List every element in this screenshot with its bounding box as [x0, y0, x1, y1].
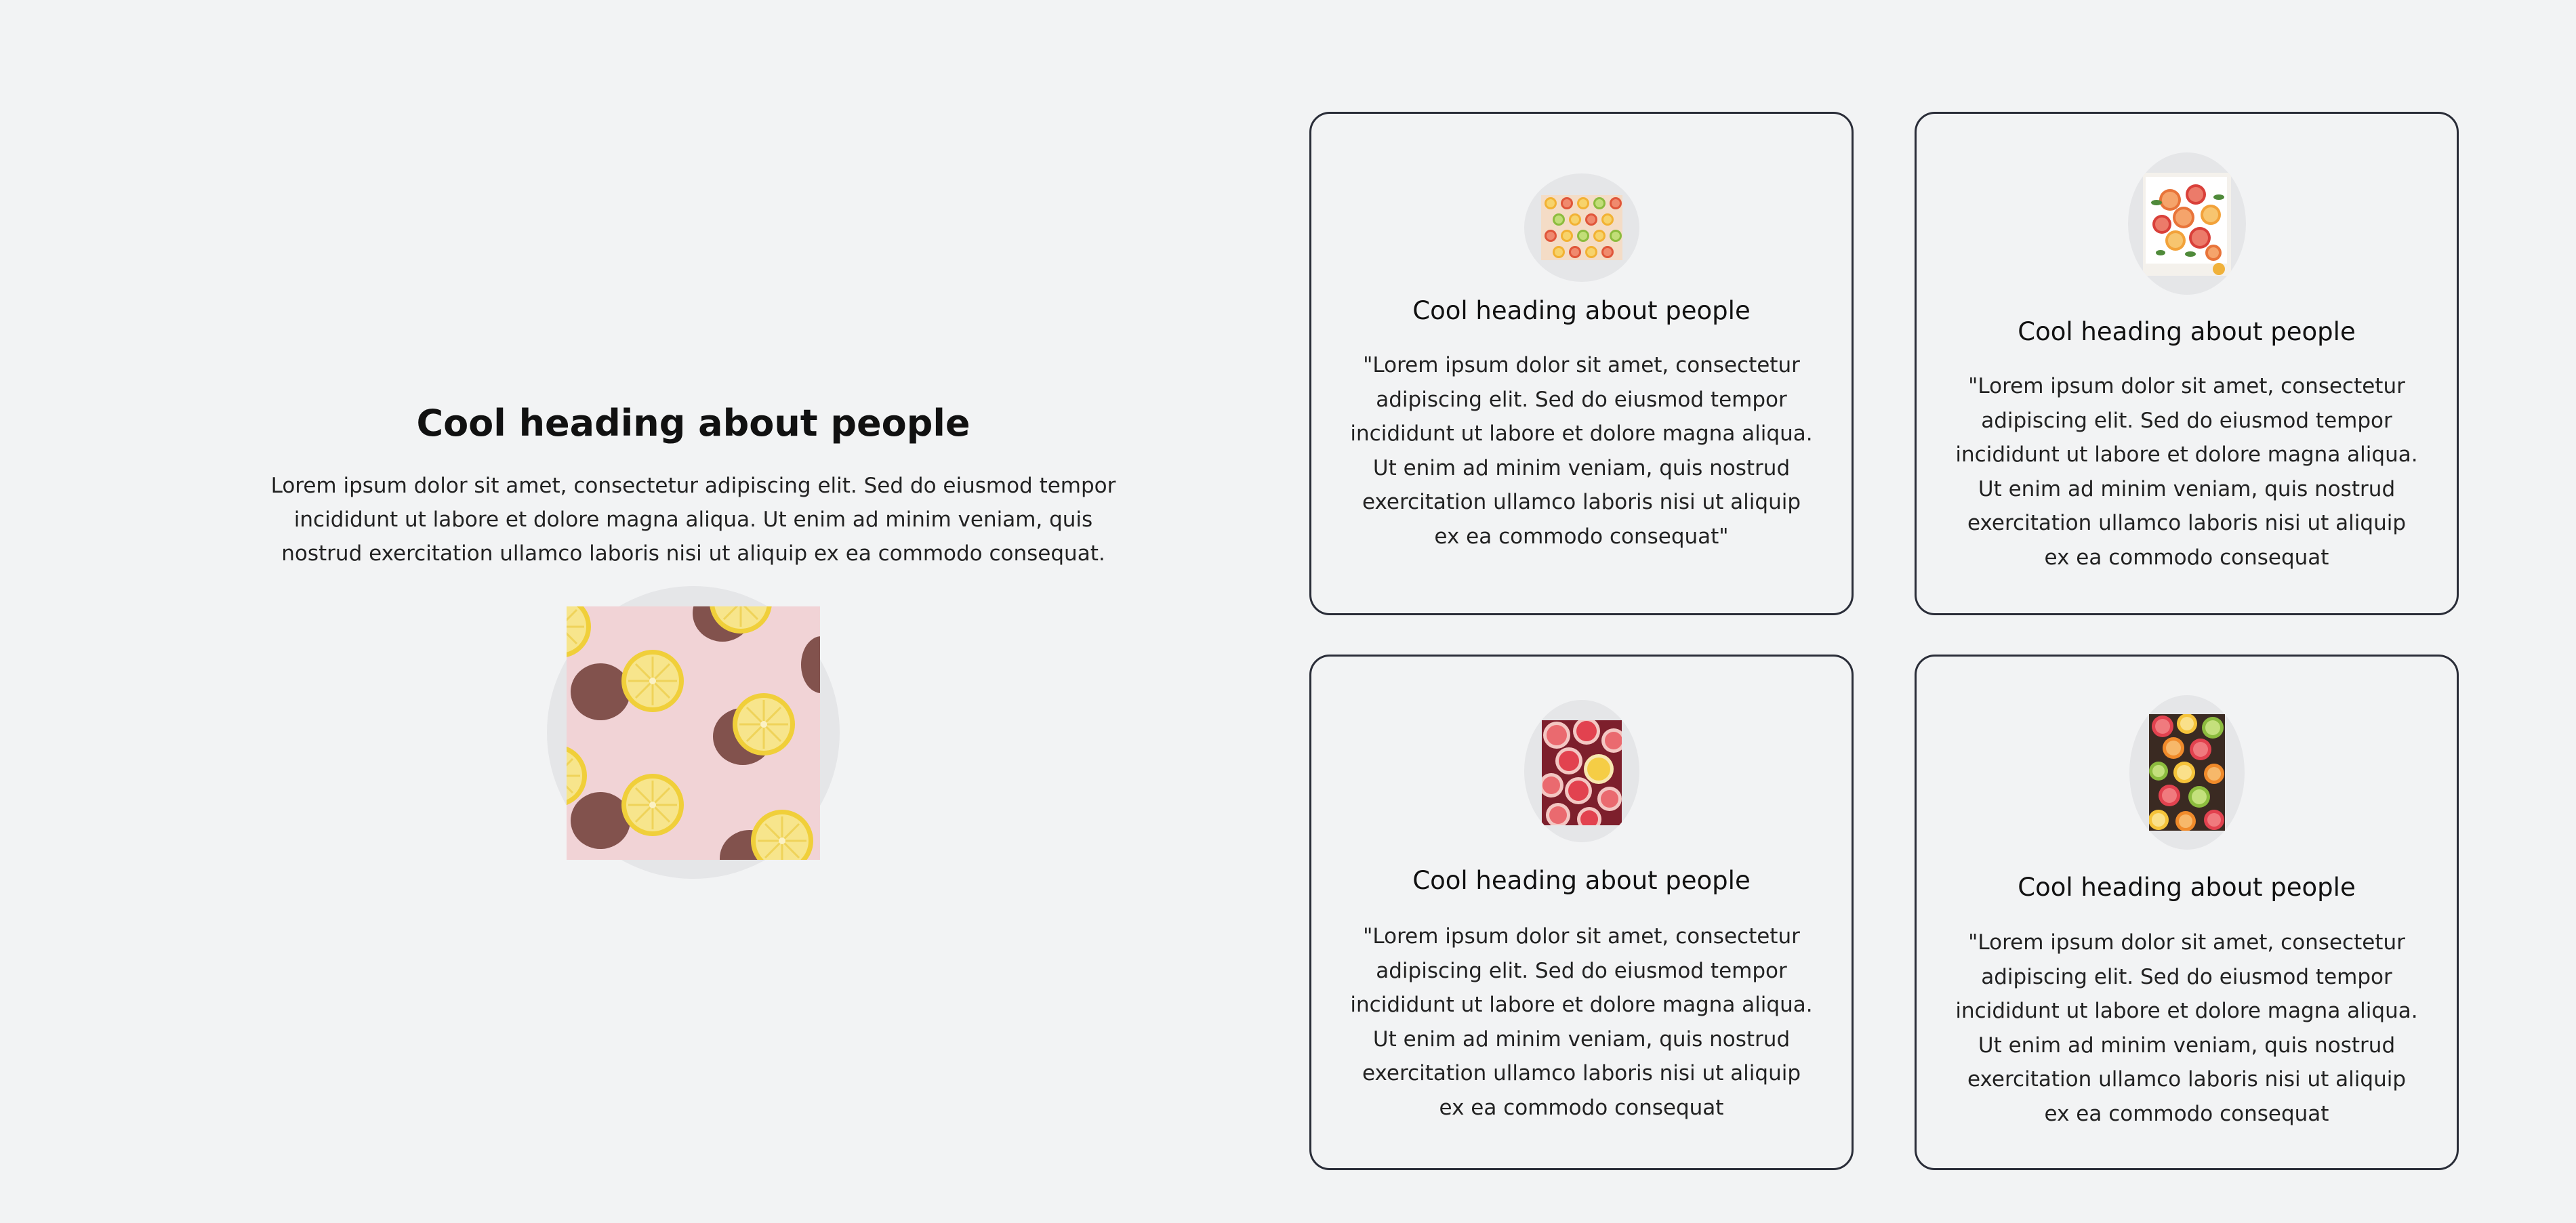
avatar — [1524, 173, 1639, 282]
card-heading: Cool heading about people — [1412, 296, 1751, 325]
citrus-slices-grid-image — [1540, 195, 1622, 260]
intro-section: Cool heading about people Lorem ipsum do… — [251, 386, 1136, 879]
avatar — [1524, 700, 1639, 842]
card-quote: "Lorem ipsum dolor sit amet, consectetur… — [1955, 374, 2418, 570]
citrus-platter-image — [2142, 173, 2231, 276]
lemon-slices-image — [567, 606, 820, 860]
card-heading: Cool heading about people — [1412, 866, 1751, 895]
card-quote: "Lorem ipsum dolor sit amet, consectetur… — [1350, 924, 1813, 1120]
intro-text: Lorem ipsum dolor sit amet, consectetur … — [270, 474, 1116, 566]
card-quote: "Lorem ipsum dolor sit amet, consectetur… — [1350, 353, 1813, 549]
grapefruit-slices-image — [1541, 720, 1622, 825]
testimonial-card: Cool heading about people "Lorem ipsum d… — [1915, 112, 2459, 615]
testimonial-card: Cool heading about people "Lorem ipsum d… — [1915, 655, 2459, 1170]
intro-image-circle — [547, 586, 840, 879]
testimonial-card: Cool heading about people "Lorem ipsum d… — [1309, 112, 1854, 615]
avatar — [2127, 152, 2246, 295]
card-heading: Cool heading about people — [2018, 873, 2356, 902]
mixed-citrus-slices-image — [2148, 714, 2225, 831]
intro-heading: Cool heading about people — [416, 402, 970, 444]
card-heading: Cool heading about people — [2018, 317, 2356, 346]
card-quote: "Lorem ipsum dolor sit amet, consectetur… — [1955, 930, 2418, 1126]
avatar — [2129, 695, 2245, 850]
testimonial-card: Cool heading about people "Lorem ipsum d… — [1309, 655, 1854, 1170]
